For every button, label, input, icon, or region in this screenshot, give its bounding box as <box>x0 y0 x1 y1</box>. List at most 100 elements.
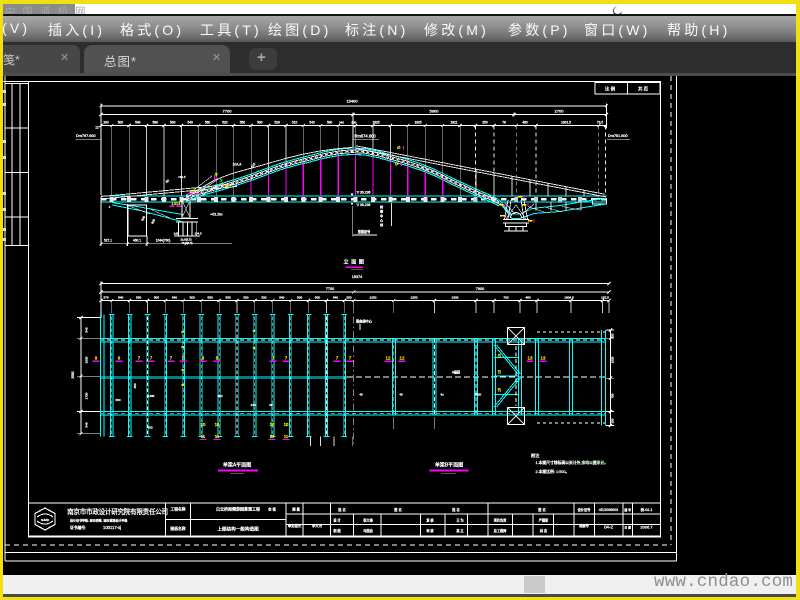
svg-text:13: 13 <box>498 354 502 358</box>
svg-text:林 志: 林 志 <box>540 528 548 533</box>
svg-text:10: 10 <box>270 422 275 427</box>
svg-text:500: 500 <box>297 295 302 299</box>
svg-text:46: 46 <box>359 393 363 397</box>
svg-text:Dm751.600: Dm751.600 <box>608 134 628 138</box>
svg-text:单梁A平面图: 单梁A平面图 <box>223 462 251 469</box>
svg-text:NJMD: NJMD <box>41 518 50 522</box>
svg-text:证书编号:: 证书编号: <box>70 525 86 530</box>
svg-text:460.1: 460.1 <box>133 238 141 242</box>
svg-text:450: 450 <box>133 383 137 388</box>
svg-text:13: 13 <box>394 161 399 166</box>
svg-text:540: 540 <box>135 120 141 124</box>
svg-text:中: 中 <box>380 213 383 218</box>
svg-text:13: 13 <box>541 356 546 361</box>
svg-text:复 核: 复 核 <box>426 518 434 523</box>
svg-text:B0: B0 <box>165 178 171 184</box>
svg-text:6: 6 <box>181 384 185 386</box>
svg-text:550: 550 <box>208 295 213 299</box>
svg-text:李大为: 李大为 <box>312 523 323 528</box>
svg-text:378: 378 <box>103 295 108 299</box>
svg-text:1414: 1414 <box>172 201 182 206</box>
svg-text:152.5: 152.5 <box>601 295 609 299</box>
svg-text:5: 5 <box>181 331 185 333</box>
svg-text:判20: 判20 <box>475 392 482 397</box>
svg-text:比 例: 比 例 <box>605 85 616 92</box>
svg-text:▽ 36.236: ▽ 36.236 <box>357 190 371 194</box>
svg-text:700: 700 <box>611 393 615 398</box>
svg-text:500: 500 <box>261 295 266 299</box>
svg-text:梁: 梁 <box>380 209 383 214</box>
svg-text:540: 540 <box>187 120 193 124</box>
svg-text:4: 4 <box>109 205 111 209</box>
svg-text:▽ 36.236: ▽ 36.236 <box>357 203 371 207</box>
svg-text:严国新: 严国新 <box>539 518 549 523</box>
svg-text:10: 10 <box>215 422 220 427</box>
svg-text:140: 140 <box>250 403 255 407</box>
svg-text:项目负责: 项目负责 <box>494 518 507 523</box>
svg-text:工程名称: 工程名称 <box>170 507 185 512</box>
svg-text:3d0: 3d0 <box>150 218 156 225</box>
svg-text:≈51.5m: ≈51.5m <box>211 212 223 216</box>
svg-text:527.1: 527.1 <box>104 238 112 242</box>
svg-text:04-2: 04-2 <box>604 525 613 530</box>
svg-text:530: 530 <box>257 120 263 124</box>
svg-text:16: 16 <box>219 178 224 183</box>
svg-text:480: 480 <box>522 120 528 124</box>
svg-text:700: 700 <box>503 295 508 299</box>
svg-text:总工程师: 总工程师 <box>494 528 508 533</box>
svg-text:15400: 15400 <box>346 99 358 104</box>
svg-text:200: 200 <box>103 120 109 124</box>
svg-text:11: 11 <box>270 434 275 439</box>
svg-text:附注: 附注 <box>531 452 540 459</box>
svg-text:13: 13 <box>498 370 502 374</box>
svg-text:540: 540 <box>279 295 284 299</box>
svg-text:5: 5 <box>181 346 185 348</box>
svg-text:白云桥南侧游园景观工程: 白云桥南侧游园景观工程 <box>216 506 260 512</box>
svg-text:548: 548 <box>85 327 89 332</box>
svg-text:1044(700): 1044(700) <box>156 238 171 242</box>
svg-text:设计证号: 设计证号 <box>578 507 591 512</box>
svg-text:心: 心 <box>380 218 383 223</box>
svg-text:审 核: 审 核 <box>426 528 434 533</box>
svg-text:4: 4 <box>252 347 256 349</box>
svg-text:立 面 图: 立 面 图 <box>344 257 365 265</box>
svg-text:6: 6 <box>181 369 185 371</box>
svg-text:4: 4 <box>252 330 256 332</box>
svg-text:150: 150 <box>611 418 615 423</box>
svg-text:250: 250 <box>346 295 351 299</box>
svg-text:520: 520 <box>275 120 281 124</box>
svg-text:150: 150 <box>611 333 615 338</box>
svg-text:姓 名: 姓 名 <box>338 507 346 512</box>
svg-text:500: 500 <box>243 295 248 299</box>
svg-text:测 量: 测 量 <box>292 507 300 512</box>
svg-text:1925: 1925 <box>414 120 421 124</box>
svg-text:540: 540 <box>333 295 338 299</box>
svg-text:图纸名称: 图纸名称 <box>170 526 185 531</box>
svg-text:15: 15 <box>396 145 401 150</box>
svg-text:里程桩号: 里程桩号 <box>358 229 371 234</box>
svg-text:500: 500 <box>315 295 320 299</box>
svg-text:12: 12 <box>386 356 391 361</box>
svg-text:7700: 7700 <box>223 109 233 114</box>
svg-text:1525: 1525 <box>611 356 615 363</box>
svg-text:400: 400 <box>217 394 222 398</box>
svg-text:王 为: 王 为 <box>456 518 463 523</box>
svg-text:13: 13 <box>528 356 533 361</box>
svg-text:500: 500 <box>327 120 333 124</box>
svg-text:350: 350 <box>482 120 488 124</box>
svg-text:1d1: 1d1 <box>174 232 179 236</box>
svg-text:78: 78 <box>502 120 506 124</box>
svg-text:=92.5: =92.5 <box>178 175 186 179</box>
svg-text:7700: 7700 <box>326 287 334 291</box>
svg-text:2700: 2700 <box>555 109 565 114</box>
svg-text:制 图: 制 图 <box>333 528 340 533</box>
svg-text:550: 550 <box>240 120 246 124</box>
svg-text:1901.5: 1901.5 <box>561 120 571 124</box>
svg-text:10: 10 <box>284 422 289 427</box>
svg-text:12: 12 <box>400 356 405 361</box>
svg-text:11: 11 <box>284 434 289 439</box>
svg-text:4E/2006003: 4E/2006003 <box>599 508 618 512</box>
svg-text:500: 500 <box>170 120 176 124</box>
svg-text:700: 700 <box>147 426 152 430</box>
svg-text:审定组长: 审定组长 <box>288 523 302 528</box>
